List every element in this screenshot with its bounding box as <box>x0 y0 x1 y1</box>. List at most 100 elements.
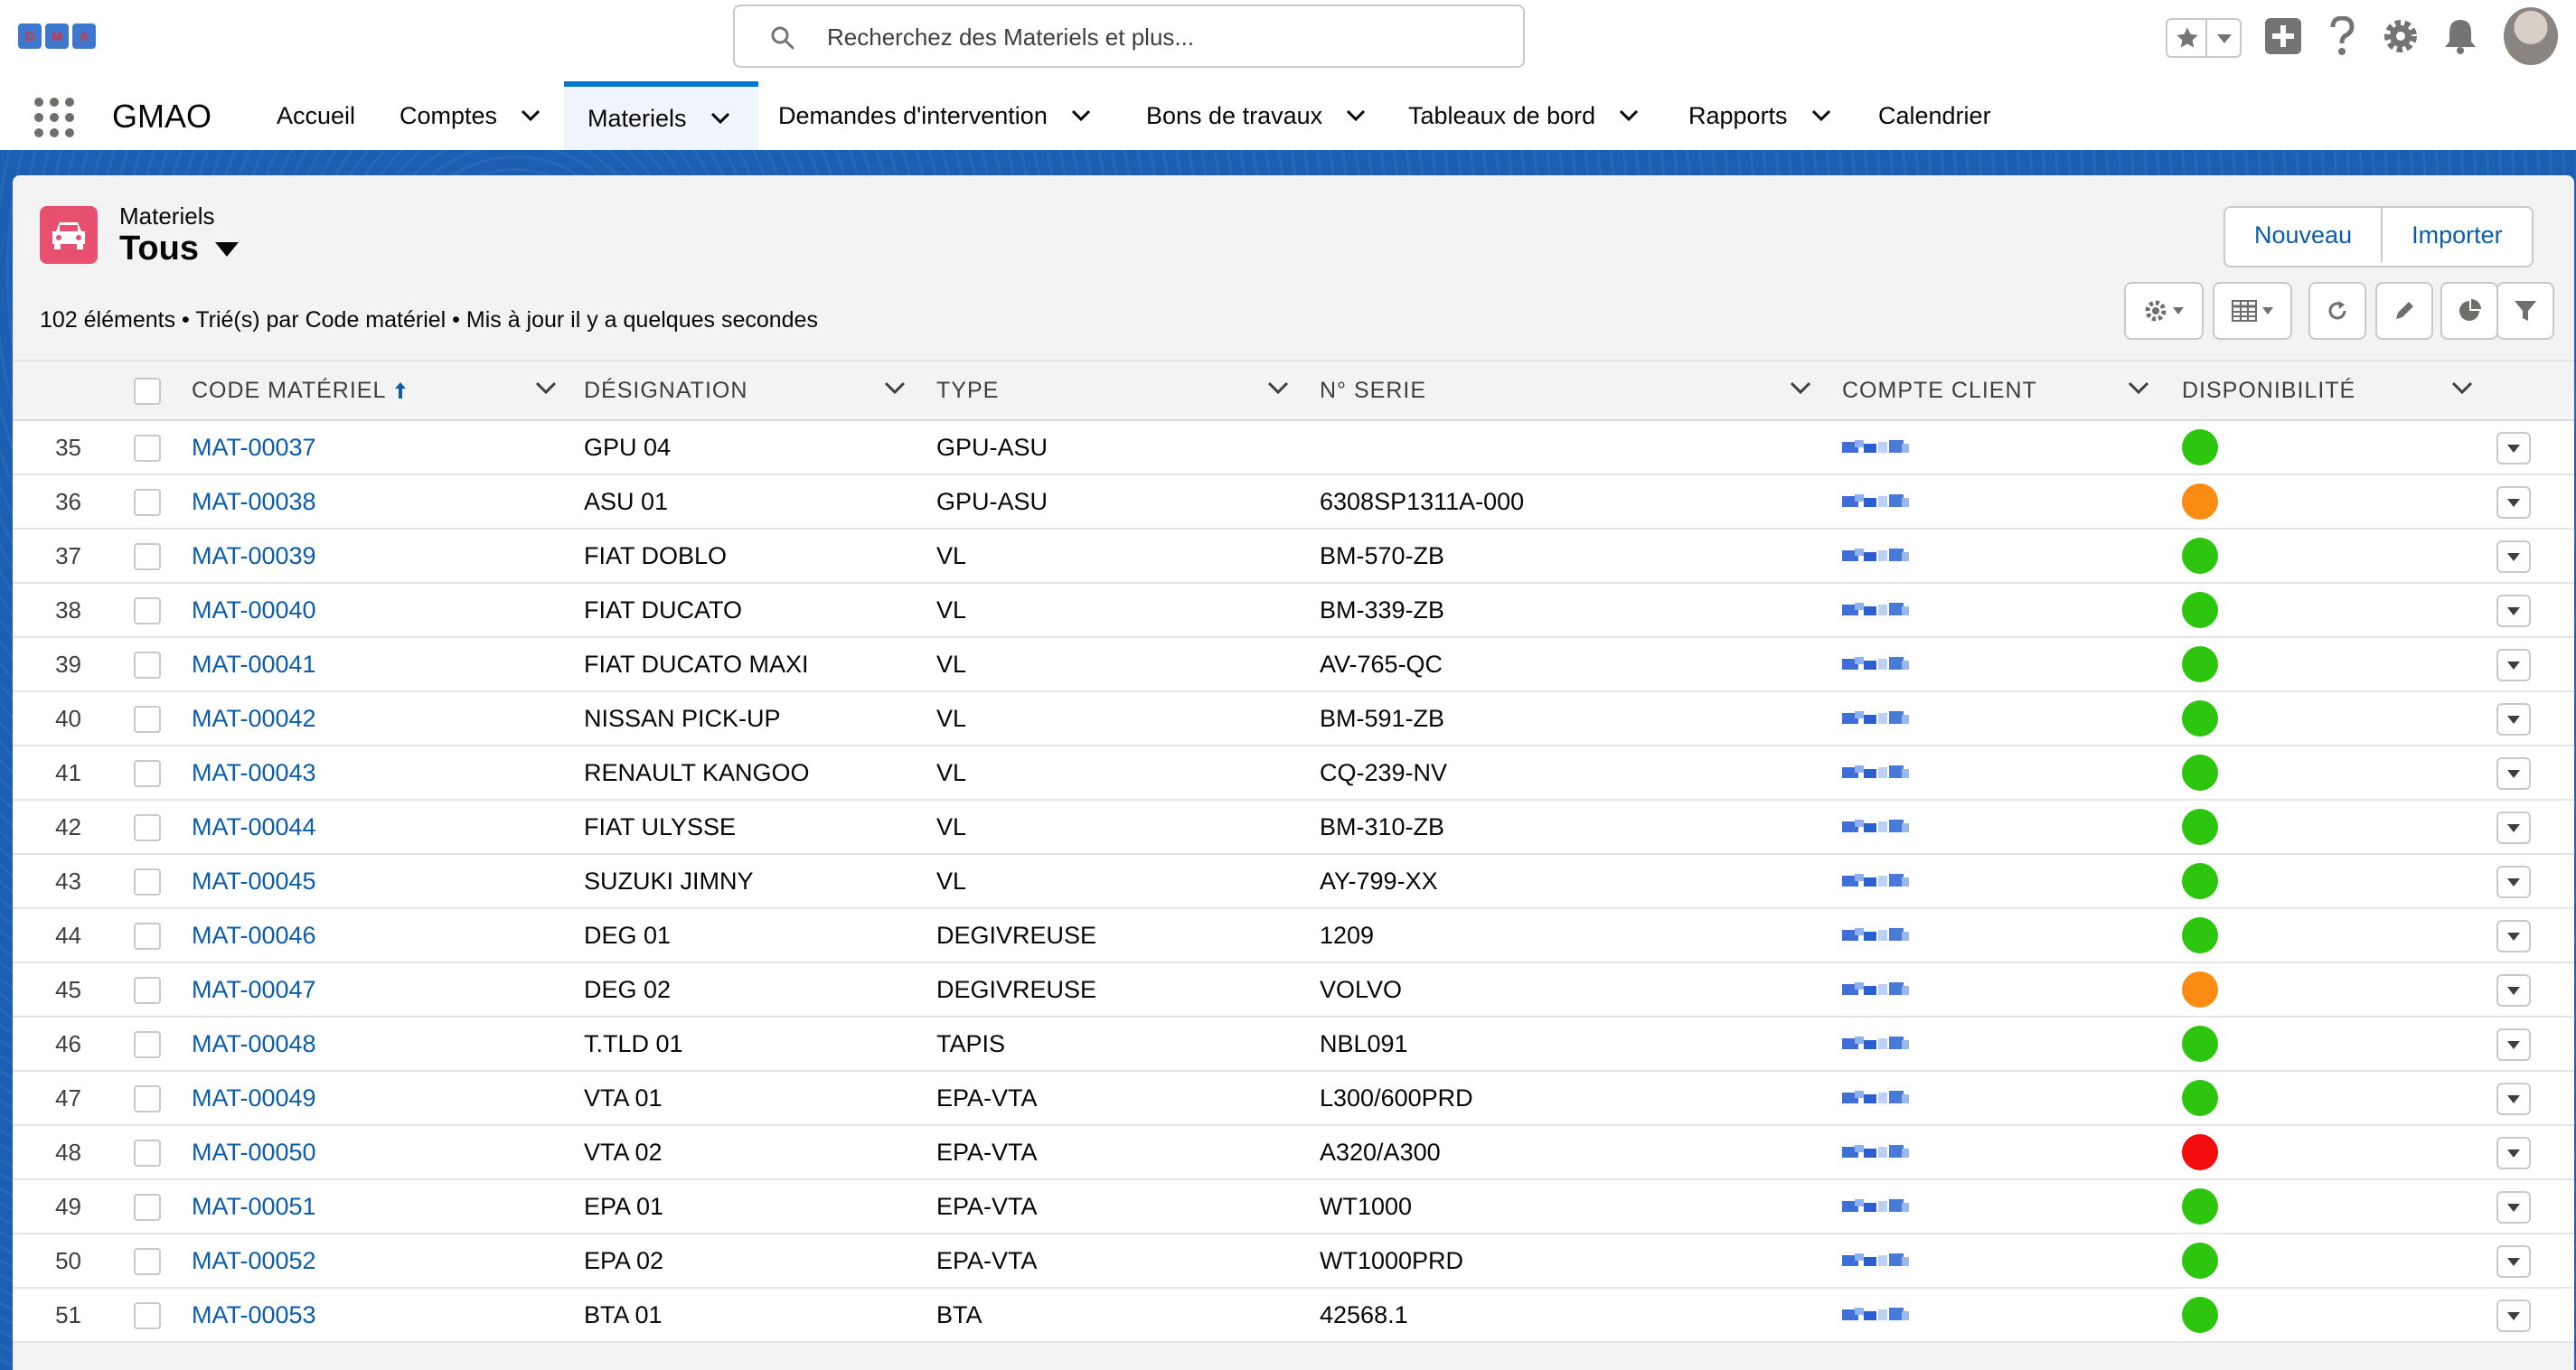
favorites-button[interactable] <box>2166 18 2242 58</box>
column-header-serie[interactable]: N° Serie <box>1320 361 1426 419</box>
account-link-redacted[interactable] <box>1828 1242 1943 1280</box>
nav-tab-tableaux-de-bord[interactable]: Tableaux de bord <box>1408 81 1639 150</box>
list-view-selector[interactable]: Tous <box>119 230 239 268</box>
row-checkbox[interactable] <box>134 1194 161 1221</box>
account-link-redacted[interactable] <box>1828 591 1943 629</box>
row-checkbox[interactable] <box>134 760 161 787</box>
row-actions-button[interactable] <box>2496 974 2531 1007</box>
row-checkbox[interactable] <box>134 1085 161 1112</box>
chevron-down-icon[interactable] <box>884 381 906 396</box>
nav-tab-accueil[interactable]: Accueil <box>277 81 355 150</box>
account-link-redacted[interactable] <box>1828 428 1943 466</box>
charts-button[interactable] <box>2440 282 2498 340</box>
record-link[interactable]: MAT-00047 <box>192 976 316 1004</box>
nav-tab-materiels[interactable]: Materiels <box>564 81 758 150</box>
row-actions-button[interactable] <box>2496 1083 2531 1115</box>
chevron-down-icon[interactable] <box>1790 381 1811 396</box>
record-link[interactable]: MAT-00049 <box>192 1084 316 1112</box>
display-as-table-button[interactable] <box>2213 282 2292 340</box>
account-link-redacted[interactable] <box>1828 808 1943 846</box>
account-link-redacted[interactable] <box>1828 645 1943 683</box>
row-checkbox[interactable] <box>134 923 161 950</box>
row-checkbox[interactable] <box>134 543 161 570</box>
filters-button[interactable] <box>2496 282 2554 340</box>
account-link-redacted[interactable] <box>1828 1296 1943 1334</box>
row-actions-button[interactable] <box>2496 812 2531 844</box>
record-link[interactable]: MAT-00037 <box>192 434 316 462</box>
account-link-redacted[interactable] <box>1828 537 1943 575</box>
row-actions-button[interactable] <box>2496 703 2531 736</box>
row-actions-button[interactable] <box>2496 1191 2531 1224</box>
row-checkbox[interactable] <box>134 706 161 733</box>
account-link-redacted[interactable] <box>1828 483 1943 521</box>
app-launcher-icon[interactable] <box>34 98 74 137</box>
record-link[interactable]: MAT-00041 <box>192 651 316 679</box>
record-link[interactable]: MAT-00050 <box>192 1139 316 1167</box>
row-checkbox[interactable] <box>134 814 161 841</box>
account-link-redacted[interactable] <box>1828 754 1943 792</box>
chevron-down-icon[interactable] <box>2216 33 2233 45</box>
row-actions-button[interactable] <box>2496 1300 2531 1332</box>
row-checkbox[interactable] <box>134 1302 161 1329</box>
nav-tab-demandes-intervention[interactable]: Demandes d'intervention <box>778 81 1091 150</box>
select-all-checkbox[interactable] <box>134 378 161 405</box>
row-actions-button[interactable] <box>2496 649 2531 681</box>
refresh-button[interactable] <box>2308 282 2366 340</box>
column-header-code[interactable]: Code matériel <box>192 361 408 419</box>
chevron-down-icon[interactable] <box>1267 381 1289 396</box>
record-link[interactable]: MAT-00044 <box>192 813 316 841</box>
nav-tab-rapports[interactable]: Rapports <box>1688 81 1831 150</box>
row-checkbox[interactable] <box>134 597 161 624</box>
nav-tab-calendrier[interactable]: Calendrier <box>1878 81 1991 150</box>
search-input[interactable] <box>825 15 1498 59</box>
row-actions-button[interactable] <box>2496 540 2531 573</box>
row-actions-button[interactable] <box>2496 1028 2531 1061</box>
row-actions-button[interactable] <box>2496 486 2531 519</box>
row-checkbox[interactable] <box>134 1140 161 1167</box>
record-link[interactable]: MAT-00051 <box>192 1193 316 1221</box>
setup-gear-icon[interactable] <box>2381 16 2421 56</box>
notifications-bell-icon[interactable] <box>2442 16 2478 56</box>
global-search-box[interactable] <box>733 5 1525 68</box>
row-checkbox[interactable] <box>134 489 161 516</box>
help-icon[interactable] <box>2328 16 2355 56</box>
chevron-down-icon[interactable] <box>2451 381 2473 396</box>
account-link-redacted[interactable] <box>1828 699 1943 737</box>
user-avatar[interactable] <box>2504 7 2558 65</box>
column-header-designation[interactable]: Désignation <box>584 361 747 419</box>
record-link[interactable]: MAT-00040 <box>192 596 316 624</box>
chevron-down-icon[interactable] <box>2128 381 2149 396</box>
chevron-down-icon[interactable] <box>1071 109 1091 122</box>
account-link-redacted[interactable] <box>1828 1187 1943 1225</box>
chevron-down-icon[interactable] <box>1619 109 1639 122</box>
account-link-redacted[interactable] <box>1828 862 1943 900</box>
record-link[interactable]: MAT-00043 <box>192 759 316 787</box>
account-link-redacted[interactable] <box>1828 1025 1943 1063</box>
chevron-down-icon[interactable] <box>521 109 541 122</box>
company-logo[interactable]: D M A <box>18 23 99 51</box>
record-link[interactable]: MAT-00053 <box>192 1301 316 1329</box>
row-actions-button[interactable] <box>2496 595 2531 627</box>
add-icon[interactable] <box>2265 16 2301 56</box>
inline-edit-button[interactable] <box>2375 282 2433 340</box>
record-link[interactable]: MAT-00048 <box>192 1030 316 1058</box>
record-link[interactable]: MAT-00042 <box>192 705 316 733</box>
column-header-compte-client[interactable]: Compte client <box>1842 361 2037 419</box>
new-button[interactable]: Nouveau <box>2225 208 2382 262</box>
row-actions-button[interactable] <box>2496 1245 2531 1278</box>
account-link-redacted[interactable] <box>1828 971 1943 1009</box>
chevron-down-icon[interactable] <box>535 381 557 396</box>
record-link[interactable]: MAT-00039 <box>192 542 316 570</box>
row-checkbox[interactable] <box>134 1031 161 1058</box>
row-actions-button[interactable] <box>2496 866 2531 898</box>
account-link-redacted[interactable] <box>1828 1079 1943 1117</box>
account-link-redacted[interactable] <box>1828 1133 1943 1171</box>
record-link[interactable]: MAT-00038 <box>192 488 316 516</box>
record-link[interactable]: MAT-00045 <box>192 868 316 896</box>
chevron-down-icon[interactable] <box>1346 109 1366 122</box>
record-link[interactable]: MAT-00046 <box>192 922 316 950</box>
column-header-type[interactable]: Type <box>936 361 999 419</box>
row-actions-button[interactable] <box>2496 757 2531 790</box>
column-header-disponibilite[interactable]: Disponibilité <box>2182 361 2355 419</box>
row-checkbox[interactable] <box>134 435 161 462</box>
